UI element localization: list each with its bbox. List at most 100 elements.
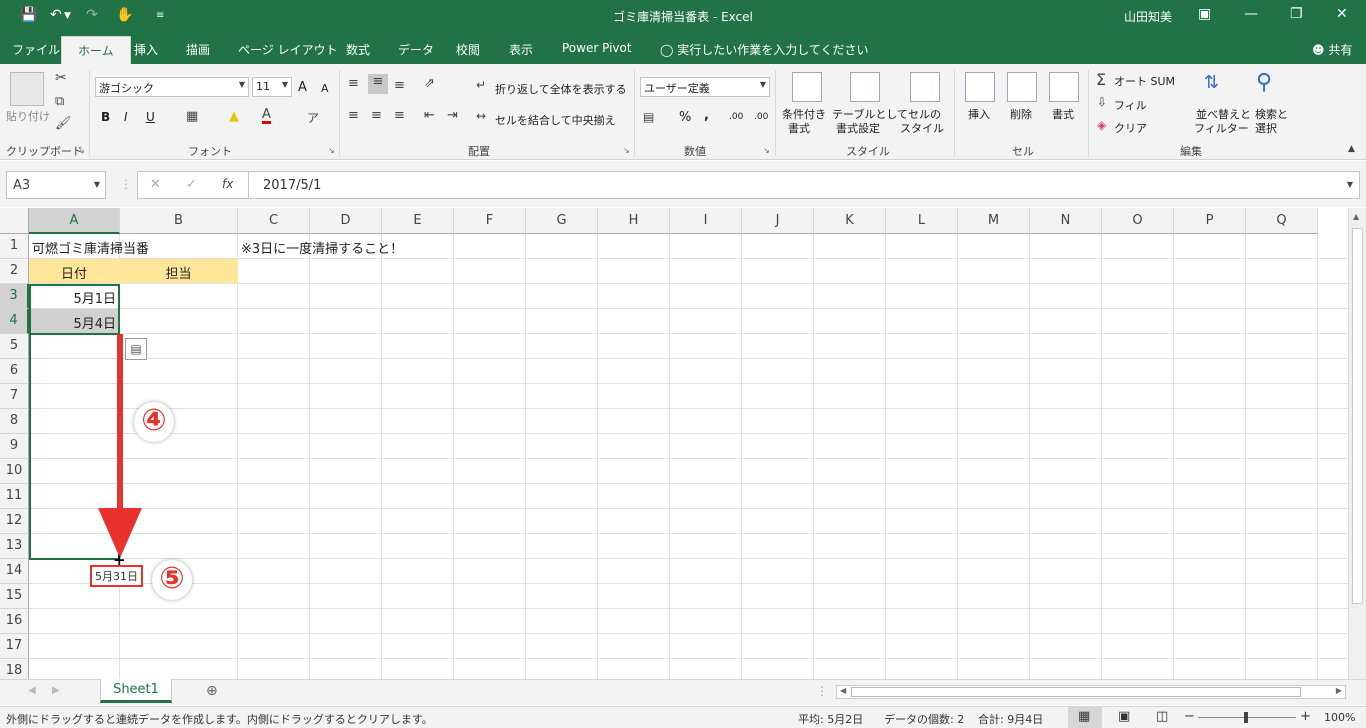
merge-center-icon[interactable]: ↔ <box>476 109 486 123</box>
italic-button[interactable]: I <box>124 110 128 124</box>
clipboard-launcher-icon[interactable]: ↘ <box>78 146 85 155</box>
scroll-right-icon[interactable]: ▶ <box>1336 686 1342 695</box>
cut-icon[interactable]: ✂ <box>55 70 67 86</box>
fill-color-icon[interactable]: ▲ <box>229 109 239 124</box>
column-header-a[interactable]: A <box>29 208 120 234</box>
alignment-launcher-icon[interactable]: ↘ <box>623 146 630 155</box>
scroll-up-icon[interactable]: ▲ <box>1353 212 1359 221</box>
find-select-line2[interactable]: 選択 <box>1255 120 1277 136</box>
underline-button[interactable]: U <box>146 110 155 124</box>
column-header-j[interactable]: J <box>742 208 814 234</box>
row-header-13[interactable]: 13 <box>0 534 29 559</box>
number-format-combo[interactable]: ユーザー定義 ▼ <box>640 77 770 97</box>
tab-review[interactable]: 校閲 <box>456 41 480 58</box>
eraser-icon[interactable]: ◈ <box>1097 118 1106 132</box>
tab-data[interactable]: データ <box>398 41 434 58</box>
font-color-icon[interactable]: A <box>262 108 271 124</box>
column-header-h[interactable]: H <box>598 208 670 234</box>
expand-formula-icon[interactable]: ▼ <box>1347 180 1353 189</box>
delete-cells-button[interactable]: 削除 <box>1010 106 1032 122</box>
cancel-icon[interactable]: ✕ <box>150 177 161 192</box>
grow-font-button[interactable]: A <box>298 80 307 95</box>
sheet-tab-sheet1[interactable]: Sheet1 <box>100 679 172 703</box>
magnifier-icon[interactable]: ⚲ <box>1256 70 1272 95</box>
vertical-scroll-thumb[interactable] <box>1352 228 1363 604</box>
row-header-14[interactable]: 14 <box>0 559 29 584</box>
cell-b2[interactable]: 担当 <box>120 259 238 283</box>
cell-c1[interactable]: ※3日に一度清掃すること！ <box>238 234 403 258</box>
row-header-4[interactable]: 4 <box>0 309 29 334</box>
wrap-text-icon[interactable]: ↵ <box>476 78 486 92</box>
collapse-ribbon-icon[interactable]: ▲ <box>1348 144 1355 154</box>
insert-cells-icon[interactable] <box>965 72 995 102</box>
copy-icon[interactable]: ⧉ <box>55 94 64 109</box>
sort-filter-icon[interactable]: ⇅ <box>1204 72 1219 93</box>
format-cells-icon[interactable] <box>1049 72 1079 102</box>
percent-button[interactable]: % <box>679 110 691 125</box>
accounting-format-icon[interactable]: ▤ <box>643 110 654 124</box>
user-name[interactable]: 山田知美 <box>1124 8 1172 25</box>
align-left-icon[interactable]: ≡ <box>348 108 359 123</box>
tab-file[interactable]: ファイル <box>12 41 60 58</box>
align-center-icon[interactable]: ≡ <box>371 108 382 123</box>
row-header-7[interactable]: 7 <box>0 384 29 409</box>
increase-decimal-button[interactable]: .00 <box>729 112 743 122</box>
select-all-corner[interactable] <box>0 208 29 234</box>
fill-button[interactable]: フィル <box>1114 97 1147 113</box>
horizontal-scrollbar[interactable]: ◀ ▶ <box>836 685 1346 699</box>
zoom-in-icon[interactable]: + <box>1300 709 1311 724</box>
tab-draw[interactable]: 描画 <box>186 41 210 58</box>
row-header-16[interactable]: 16 <box>0 609 29 634</box>
scroll-left-icon[interactable]: ◀ <box>840 686 846 695</box>
ribbon-display-icon[interactable]: ▣ <box>1198 6 1211 22</box>
tab-view[interactable]: 表示 <box>509 41 533 58</box>
maximize-icon[interactable]: ❐ <box>1290 6 1303 22</box>
column-header-f[interactable]: F <box>454 208 526 234</box>
wrap-text-button[interactable]: 折り返して全体を表示する <box>495 81 627 97</box>
minimize-icon[interactable]: — <box>1244 6 1258 22</box>
vertical-scrollbar[interactable]: ▲ <box>1348 208 1366 679</box>
next-sheet-icon[interactable]: ▶ <box>52 685 60 696</box>
page-break-view-icon[interactable]: ◫ <box>1156 709 1168 724</box>
column-header-b[interactable]: B <box>120 208 238 234</box>
conditional-format-line2[interactable]: 書式 <box>788 120 810 136</box>
font-launcher-icon[interactable]: ↘ <box>328 146 335 155</box>
sigma-icon[interactable]: Σ <box>1096 70 1106 89</box>
page-layout-view-icon[interactable]: ▣ <box>1118 709 1130 724</box>
format-cells-button[interactable]: 書式 <box>1052 106 1074 122</box>
column-header-i[interactable]: I <box>670 208 742 234</box>
column-header-l[interactable]: L <box>886 208 958 234</box>
phonetic-icon[interactable]: ア <box>307 109 319 126</box>
font-size-combo[interactable]: 11 ▼ <box>252 77 292 97</box>
conditional-format-icon[interactable] <box>792 72 822 102</box>
name-box[interactable]: A3 ▼ <box>6 171 106 199</box>
clear-button[interactable]: クリア <box>1114 120 1147 136</box>
format-painter-icon[interactable]: 🖌 <box>55 116 72 131</box>
row-header-15[interactable]: 15 <box>0 584 29 609</box>
column-header-n[interactable]: N <box>1030 208 1102 234</box>
increase-indent-icon[interactable]: ⇥ <box>447 108 458 123</box>
align-right-icon[interactable]: ≡ <box>394 108 405 123</box>
cell-styles-line2[interactable]: スタイル <box>900 120 944 136</box>
align-top-icon[interactable]: ≡ <box>348 76 359 91</box>
align-middle-icon[interactable]: ≡ <box>368 74 388 94</box>
paste-button[interactable]: 貼り付け <box>6 108 50 124</box>
orientation-icon[interactable]: ⇗ <box>424 76 435 91</box>
merge-center-button[interactable]: セルを結合して中央揃え <box>495 112 616 128</box>
zoom-slider-thumb[interactable] <box>1244 712 1248 723</box>
paste-icon[interactable] <box>10 72 44 106</box>
zoom-level[interactable]: 100% <box>1324 711 1355 724</box>
column-header-d[interactable]: D <box>310 208 382 234</box>
share-button[interactable]: ☻ 共有 <box>1312 41 1352 58</box>
column-header-g[interactable]: G <box>526 208 598 234</box>
enter-icon[interactable]: ✓ <box>186 177 197 192</box>
tab-formulas[interactable]: 数式 <box>346 41 370 58</box>
tell-me-box[interactable]: ◯ 実行したい作業を入力してください <box>660 41 869 58</box>
column-header-p[interactable]: P <box>1174 208 1246 234</box>
row-header-8[interactable]: 8 <box>0 409 29 434</box>
bold-button[interactable]: B <box>101 110 110 124</box>
horizontal-scroll-thumb[interactable] <box>851 687 1301 697</box>
column-header-m[interactable]: M <box>958 208 1030 234</box>
row-header-1[interactable]: 1 <box>0 234 29 259</box>
formula-input[interactable]: 2017/5/1 ▼ <box>249 171 1360 199</box>
